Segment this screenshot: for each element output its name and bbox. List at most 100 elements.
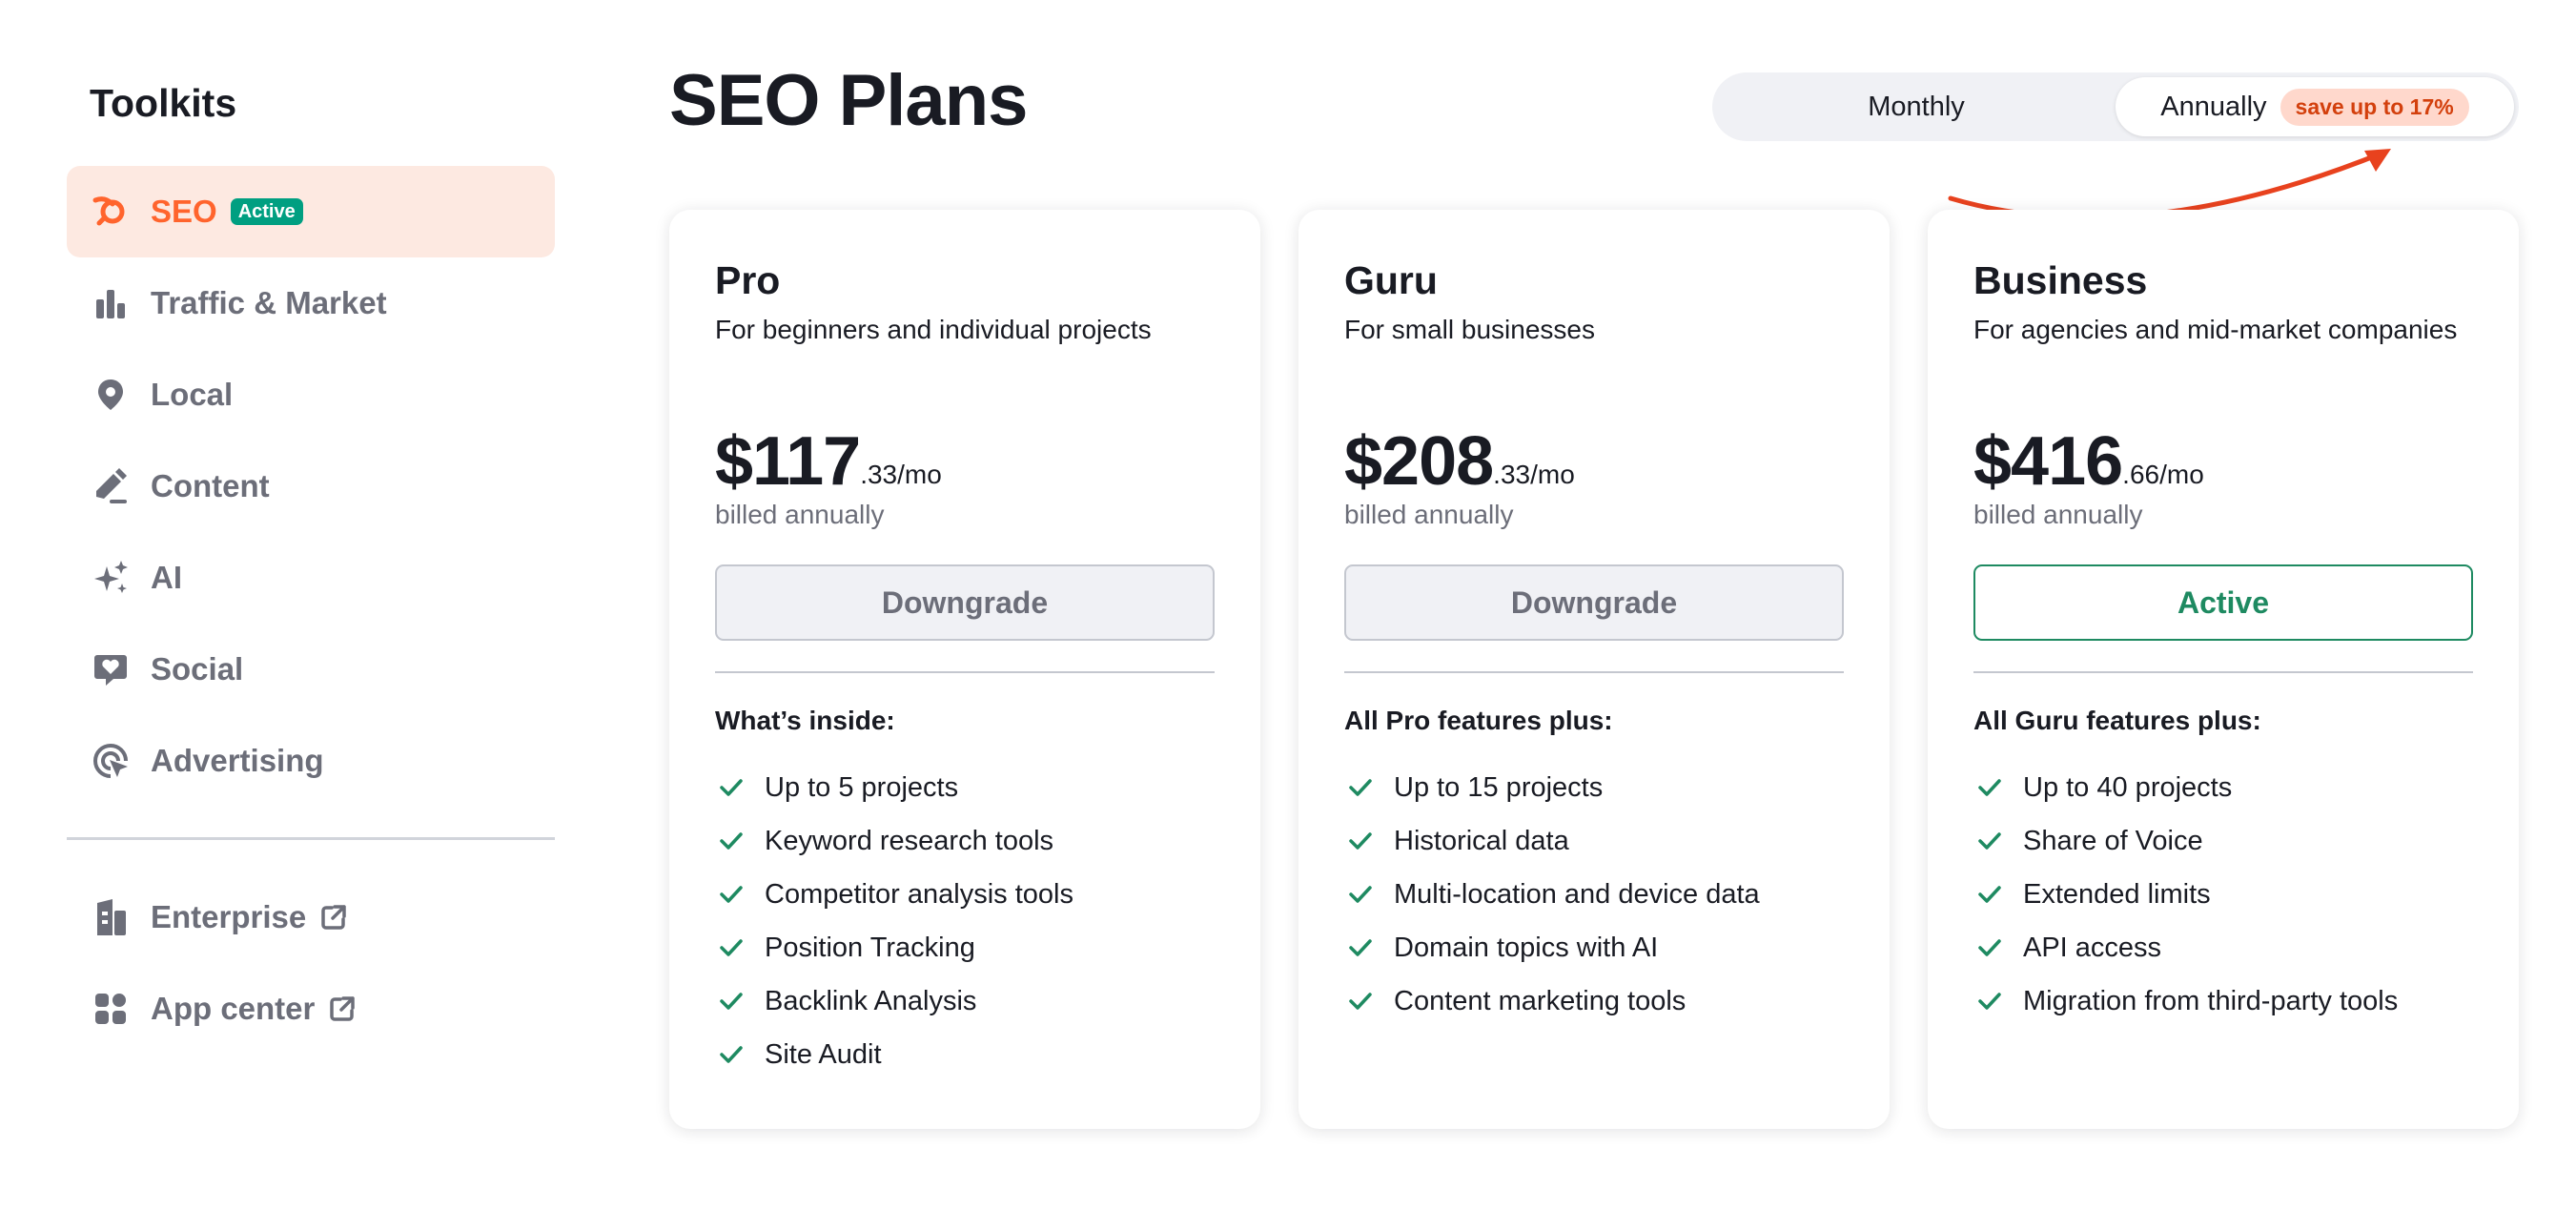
feature-list: Up to 5 projects Keyword research tools Co… [715, 761, 1215, 1081]
sidebar-item-advertising[interactable]: Advertising [67, 715, 555, 807]
feature-label: Site Audit [765, 1038, 882, 1070]
feature-label: Up to 40 projects [2023, 771, 2233, 803]
feature-item: Up to 15 projects [1344, 761, 1844, 814]
check-icon [719, 987, 747, 1015]
feature-label: Up to 15 projects [1394, 771, 1604, 803]
check-icon [1977, 880, 2006, 909]
toggle-annually-label: Annually [2160, 91, 2267, 122]
sidebar-item-label: Enterprise [151, 899, 307, 934]
sidebar-item-label: Advertising [151, 743, 324, 778]
plan-card-pro: Pro For beginners and individual project… [669, 210, 1260, 1129]
page-title: SEO Plans [669, 60, 1028, 141]
feature-label: Extended limits [2023, 878, 2211, 910]
active-badge: Active [230, 198, 303, 225]
plan-name: Business [1973, 258, 2148, 302]
feature-label: Share of Voice [2023, 825, 2203, 856]
price-amount: $208 [1344, 423, 1494, 500]
billing-period-toggle: Monthly Annually save up to 17% [1712, 72, 2519, 141]
check-icon [719, 880, 747, 909]
bar-chart-icon [92, 284, 130, 322]
check-icon [1348, 827, 1377, 855]
sidebar-item-social[interactable]: Social [67, 624, 555, 715]
price-suffix: .66/mo [2122, 460, 2204, 489]
feature-item: Historical data [1344, 814, 1844, 868]
billing-note: billed annually [1973, 500, 2143, 529]
features-heading: What’s inside: [715, 706, 895, 735]
feature-item: API access [1973, 921, 2473, 974]
downgrade-button[interactable]: Downgrade [1344, 564, 1844, 641]
target-cursor-icon [92, 742, 130, 780]
price-suffix: .33/mo [860, 460, 942, 489]
feature-item: Multi-location and device data [1344, 868, 1844, 921]
downgrade-button[interactable]: Downgrade [715, 564, 1215, 641]
sidebar-item-label: SEO [151, 194, 217, 229]
check-icon [1348, 773, 1377, 802]
sidebar-item-app-center[interactable]: App center [67, 963, 555, 1055]
feature-item: Extended limits [1973, 868, 2473, 921]
feature-label: Competitor analysis tools [765, 878, 1073, 910]
feature-item: Backlink Analysis [715, 974, 1215, 1028]
building-icon [92, 898, 130, 936]
sidebar-item-traffic-market[interactable]: Traffic & Market [67, 257, 555, 349]
check-icon [1977, 773, 2006, 802]
sidebar-item-seo[interactable]: SEO Active [67, 166, 555, 257]
check-icon [719, 827, 747, 855]
plan-price: $117 .33/mo [715, 421, 942, 502]
save-badge: save up to 17% [2280, 88, 2469, 126]
feature-label: Multi-location and device data [1394, 878, 1760, 910]
price-amount: $416 [1973, 423, 2123, 500]
features-heading: All Pro features plus: [1344, 706, 1613, 735]
external-nav: Enterprise App center [67, 871, 555, 1055]
sidebar-item-enterprise[interactable]: Enterprise [67, 871, 555, 963]
sidebar-divider [67, 837, 555, 840]
feature-item: Competitor analysis tools [715, 868, 1215, 921]
toggle-monthly[interactable]: Monthly [1717, 77, 2116, 136]
sidebar-item-ai[interactable]: AI [67, 532, 555, 624]
check-icon [719, 1040, 747, 1069]
active-plan-button[interactable]: Active [1973, 564, 2473, 641]
price-amount: $117 [715, 423, 861, 500]
feature-item: Content marketing tools [1344, 974, 1844, 1028]
toggle-annually[interactable]: Annually save up to 17% [2116, 77, 2514, 136]
plan-card-business: Business For agencies and mid-market com… [1928, 210, 2519, 1129]
feature-item: Migration from third-party tools [1973, 974, 2473, 1028]
check-icon [1977, 827, 2006, 855]
plan-description: For small businesses [1344, 315, 1595, 344]
external-link-icon [328, 994, 357, 1023]
check-icon [1348, 933, 1377, 962]
sidebar-title: Toolkits [90, 81, 237, 125]
sidebar-item-label: Content [151, 468, 270, 503]
sidebar-item-local[interactable]: Local [67, 349, 555, 441]
sidebar-item-label: Traffic & Market [151, 285, 387, 320]
card-divider [1973, 671, 2473, 673]
sidebar-item-content[interactable]: Content [67, 441, 555, 532]
check-icon [1348, 987, 1377, 1015]
check-icon [1977, 933, 2006, 962]
plan-price: $208 .33/mo [1344, 421, 1575, 502]
feature-item: Keyword research tools [715, 814, 1215, 868]
feature-label: API access [2023, 932, 2162, 963]
plan-price: $416 .66/mo [1973, 421, 2204, 502]
toolkit-nav: SEO Active Traffic & Market Local Conten… [67, 166, 555, 807]
feature-item: Site Audit [715, 1028, 1215, 1081]
plan-card-guru: Guru For small businesses $208 .33/mo bi… [1298, 210, 1890, 1129]
price-suffix: .33/mo [1493, 460, 1575, 489]
feature-label: Position Tracking [765, 932, 975, 963]
card-divider [1344, 671, 1844, 673]
feature-label: Up to 5 projects [765, 771, 959, 803]
feature-label: Content marketing tools [1394, 985, 1687, 1016]
plan-name: Pro [715, 258, 781, 302]
check-icon [719, 773, 747, 802]
feature-item: Up to 40 projects [1973, 761, 2473, 814]
feature-label: Migration from third-party tools [2023, 985, 2399, 1016]
sidebar-item-label: Social [151, 651, 244, 687]
plan-description: For agencies and mid-market companies [1973, 315, 2458, 344]
card-divider [715, 671, 1215, 673]
plan-description: For beginners and individual projects [715, 315, 1152, 344]
feature-item: Position Tracking [715, 921, 1215, 974]
feature-label: Keyword research tools [765, 825, 1054, 856]
feature-item: Share of Voice [1973, 814, 2473, 868]
feature-label: Historical data [1394, 825, 1569, 856]
seo-logo-icon [92, 193, 130, 231]
map-pin-icon [92, 376, 130, 414]
